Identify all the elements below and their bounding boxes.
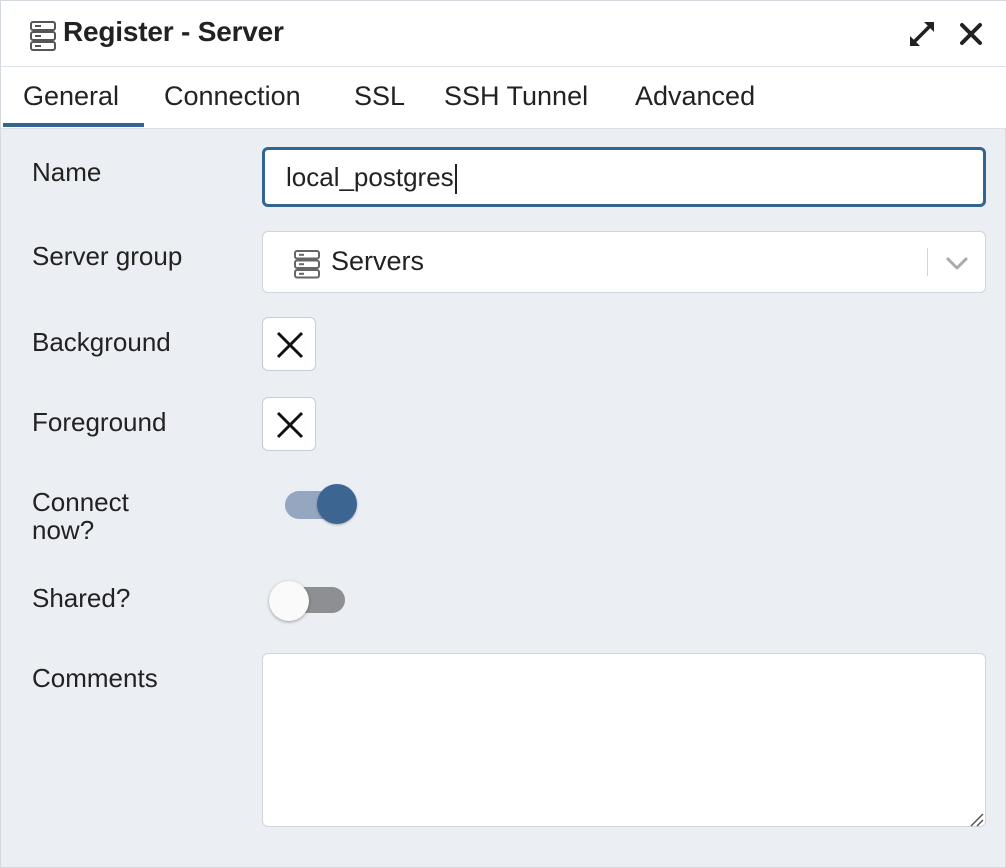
close-icon[interactable] — [957, 20, 985, 48]
tab-bar: General Connection SSL SSH Tunnel Advanc… — [1, 67, 1006, 129]
expand-icon[interactable] — [907, 19, 937, 49]
dialog-title: Register - Server — [63, 16, 284, 47]
connect-now-label-line1: Connect — [32, 487, 129, 517]
name-label: Name — [32, 157, 102, 187]
clear-color-icon — [276, 331, 304, 359]
server-group-value: Servers — [331, 246, 425, 276]
tab-ssh-tunnel[interactable]: SSH Tunnel — [444, 81, 588, 112]
text-caret — [454, 164, 457, 195]
name-input-value: local_postgres — [286, 162, 454, 192]
foreground-color-picker[interactable] — [262, 397, 316, 451]
shared-label: Shared? — [32, 583, 131, 613]
comments-label: Comments — [32, 663, 158, 693]
shared-toggle-knob[interactable] — [269, 581, 309, 621]
comments-textarea[interactable] — [262, 653, 986, 827]
server-group-label: Server group — [32, 241, 183, 271]
connect-now-label: Connect now? — [32, 488, 129, 544]
select-separator — [927, 248, 928, 276]
register-server-dialog: Register - Server General Connection SSL… — [0, 0, 1006, 868]
background-color-picker[interactable] — [262, 317, 316, 371]
name-input[interactable]: local_postgres — [262, 147, 986, 207]
tab-general[interactable]: General — [23, 81, 119, 112]
connect-now-label-line2: now? — [32, 515, 95, 545]
server-group-select[interactable]: Servers — [262, 231, 986, 293]
tab-advanced[interactable]: Advanced — [635, 81, 755, 112]
server-group-icon — [294, 250, 320, 279]
server-icon — [30, 21, 56, 51]
foreground-label: Foreground — [32, 407, 167, 437]
connect-now-toggle-knob[interactable] — [317, 484, 357, 524]
clear-color-icon — [276, 411, 304, 439]
active-tab-indicator — [3, 123, 144, 127]
resize-grip-icon[interactable] — [968, 811, 984, 827]
chevron-down-icon[interactable] — [943, 251, 971, 275]
dialog-titlebar: Register - Server — [1, 1, 1006, 67]
tab-ssl[interactable]: SSL — [354, 81, 405, 112]
tab-connection[interactable]: Connection — [164, 81, 301, 112]
background-label: Background — [32, 327, 171, 357]
